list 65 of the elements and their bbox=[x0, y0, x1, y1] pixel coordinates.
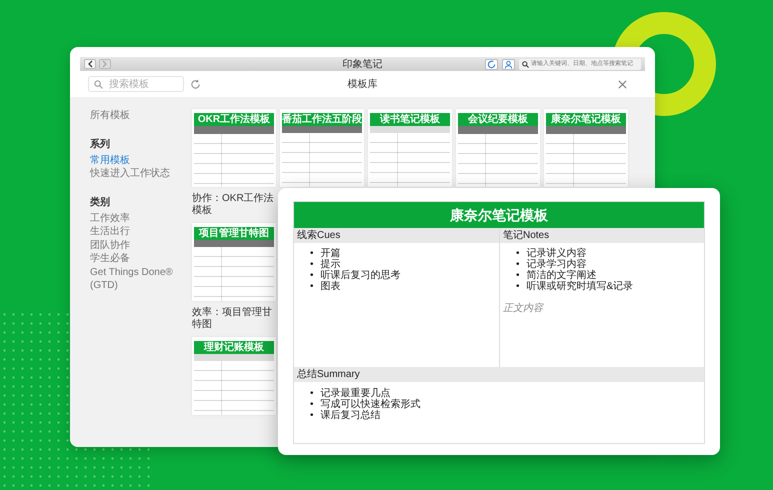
person-icon bbox=[504, 60, 513, 68]
template-title: 番茄工作法五阶段 bbox=[282, 113, 362, 126]
sidebar-item[interactable]: 所有模板 bbox=[90, 109, 190, 122]
bullet-mark: • bbox=[516, 270, 520, 281]
bullet-mark: • bbox=[310, 259, 314, 270]
template-title: OKR工作法模板 bbox=[194, 113, 274, 126]
template-caption: 协作：OKR工作法模板 bbox=[192, 193, 275, 217]
sidebar-item[interactable]: 常用模板 bbox=[90, 154, 190, 167]
template-thumbnail[interactable]: 会议纪要模板 bbox=[456, 109, 540, 187]
summary-heading: 总结Summary bbox=[294, 367, 704, 382]
list-item: 听课或研究时填写&记录 bbox=[526, 281, 634, 292]
bullet-mark: • bbox=[516, 259, 520, 270]
list-item: 记录最重要几点 bbox=[320, 388, 391, 399]
template-thumbnail[interactable]: 番茄工作法五阶段 bbox=[280, 109, 364, 187]
notification-button[interactable] bbox=[502, 58, 515, 70]
sidebar-heading: 类别 bbox=[90, 196, 111, 208]
template-caption: 效率：项目管理甘特图 bbox=[192, 307, 273, 331]
template-thumbnail[interactable]: 理财记账模板 bbox=[192, 337, 276, 415]
template-thumbnail[interactable]: OKR工作法模板 bbox=[192, 109, 276, 187]
body-text: 正文内容 bbox=[503, 302, 545, 315]
bullet-mark: • bbox=[310, 281, 314, 292]
list-item: 开篇 bbox=[320, 248, 341, 259]
bullet-mark: • bbox=[310, 270, 314, 281]
sidebar-item[interactable]: 团队协作 bbox=[90, 238, 190, 252]
template-search-field[interactable]: 搜索模板 bbox=[88, 76, 184, 92]
list-item: 图表 bbox=[320, 281, 341, 292]
list-item: 记录讲义内容 bbox=[526, 248, 587, 259]
list-item: 提示 bbox=[320, 259, 341, 270]
back-button[interactable] bbox=[84, 59, 96, 69]
template-thumbnail[interactable]: 读书笔记模板 bbox=[368, 109, 452, 187]
sidebar-item[interactable]: Get Things Done® (GTD) bbox=[90, 266, 190, 292]
sidebar-item[interactable]: 快速进入工作状态 bbox=[90, 167, 190, 180]
refresh-icon[interactable] bbox=[190, 78, 201, 90]
sidebar-heading: 系列 bbox=[90, 138, 111, 150]
template-thumbnail[interactable]: 项目管理甘特图 bbox=[192, 223, 276, 301]
chevron-left-icon bbox=[87, 60, 93, 68]
sync-button[interactable] bbox=[485, 58, 498, 70]
bullet-mark: • bbox=[310, 248, 314, 259]
column-heading: 笔记Notes bbox=[500, 228, 704, 243]
library-title: 模板库 bbox=[348, 78, 378, 91]
column-heading: 线索Cues bbox=[294, 228, 499, 243]
window-title: 印象笔记 bbox=[342, 58, 382, 71]
preview-title: 康奈尔笔记模板 bbox=[294, 202, 704, 228]
bullet-mark: • bbox=[310, 399, 314, 410]
bullet-mark: • bbox=[516, 248, 520, 259]
template-title: 读书笔记模板 bbox=[370, 113, 450, 126]
list-item: 简洁的文字阐述 bbox=[526, 270, 597, 281]
sidebar-item[interactable]: 学生必备 bbox=[90, 252, 190, 266]
template-title: 理财记账模板 bbox=[194, 341, 274, 354]
sync-icon bbox=[487, 60, 496, 68]
list-item: 写成可以快速检索形式 bbox=[320, 399, 421, 410]
list-item: 课后复习总结 bbox=[320, 410, 381, 421]
template-title: 项目管理甘特图 bbox=[194, 227, 274, 240]
template-title: 会议纪要模板 bbox=[458, 113, 538, 126]
close-icon[interactable] bbox=[618, 80, 627, 88]
template-thumbnail[interactable]: 康奈尔笔记模板 bbox=[544, 109, 628, 187]
sidebar-item[interactable]: 工作效率 bbox=[90, 212, 190, 225]
bullet-mark: • bbox=[310, 410, 314, 421]
bullet-mark: • bbox=[516, 281, 520, 292]
template-title: 康奈尔笔记模板 bbox=[546, 113, 626, 126]
sidebar-item[interactable]: 生活出行 bbox=[90, 225, 190, 238]
chevron-right-icon bbox=[102, 60, 108, 68]
list-item: 记录学习内容 bbox=[526, 259, 587, 270]
bullet-mark: • bbox=[310, 388, 314, 399]
list-item: 听课后复习的思考 bbox=[320, 270, 401, 281]
